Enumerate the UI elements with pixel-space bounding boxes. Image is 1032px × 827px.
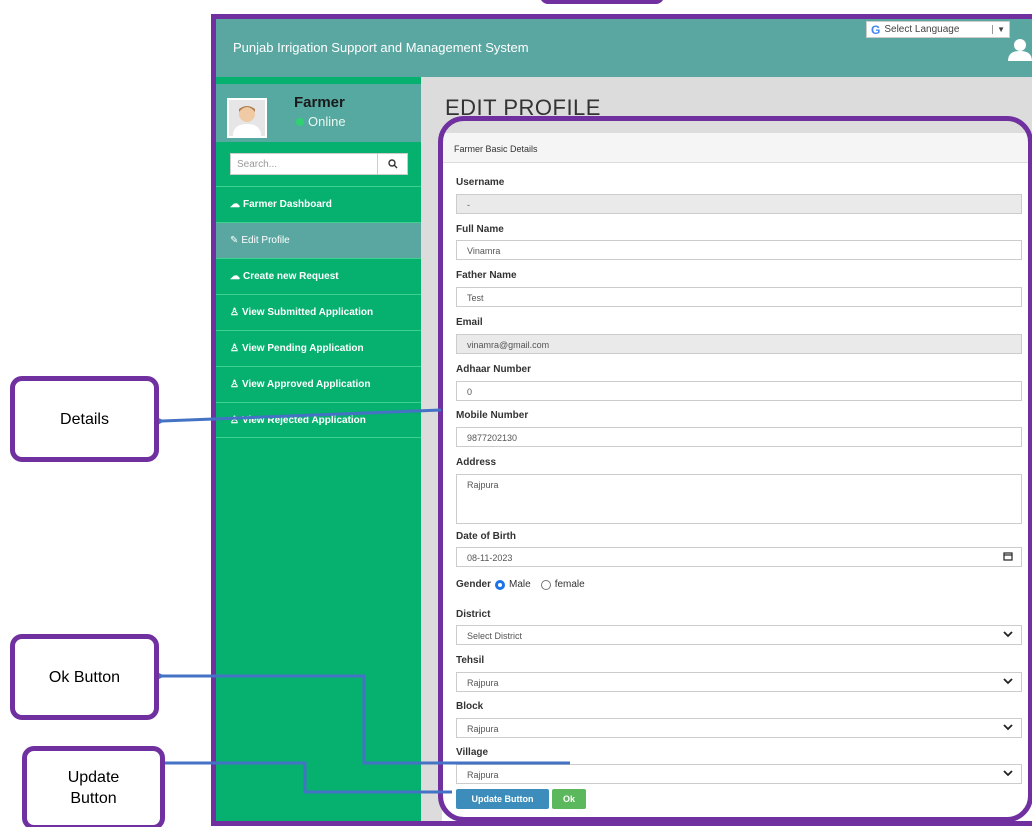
update-callout: Update Button	[22, 746, 165, 827]
details-callout: Details	[10, 376, 159, 462]
ok-callout: Ok Button	[10, 634, 159, 720]
update-callout-line2: Button	[70, 790, 117, 807]
update-arrow	[143, 751, 452, 794]
annotated-screenshot: Punjab Irrigation Support and Management…	[0, 0, 1032, 827]
details-callout-text: Details	[60, 410, 109, 428]
update-callout-line1: Update	[67, 769, 120, 786]
details-arrow	[140, 408, 442, 434]
ok-callout-text: Ok Button	[48, 668, 121, 686]
ok-arrow	[141, 664, 570, 765]
